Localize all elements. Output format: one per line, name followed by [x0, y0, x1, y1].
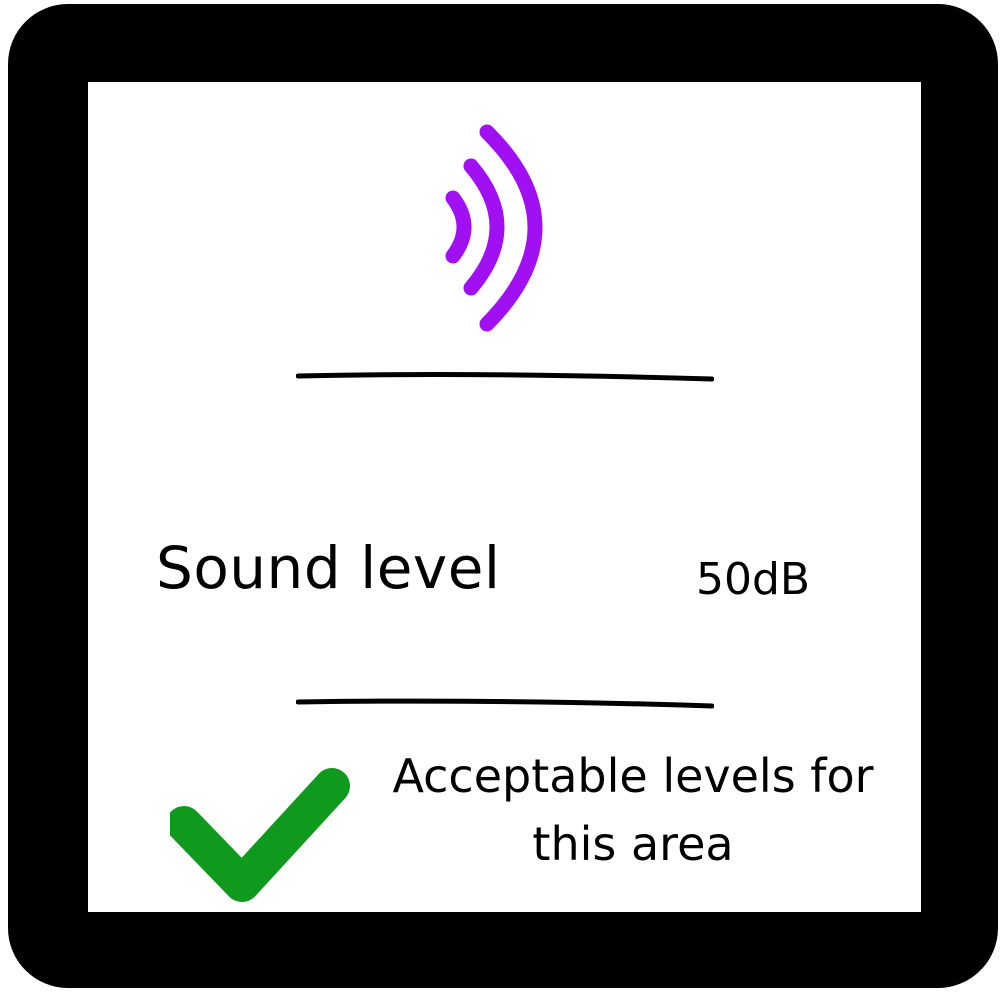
top-divider — [296, 372, 714, 382]
bottom-divider — [296, 698, 714, 709]
sound-wave-medium — [463, 158, 505, 296]
sound-waves-icon — [445, 124, 543, 332]
sound-level-label: Sound level — [156, 534, 501, 602]
checkmark-icon — [170, 768, 350, 902]
sound-wave-small — [445, 190, 472, 264]
device-screen: Sound level 50dB Acceptable levels for t… — [88, 82, 921, 912]
sound-level-value: 50dB — [696, 554, 811, 605]
acceptable-level-message: Acceptable levels for this area — [392, 749, 874, 871]
device-frame: Sound level 50dB Acceptable levels for t… — [8, 4, 998, 988]
